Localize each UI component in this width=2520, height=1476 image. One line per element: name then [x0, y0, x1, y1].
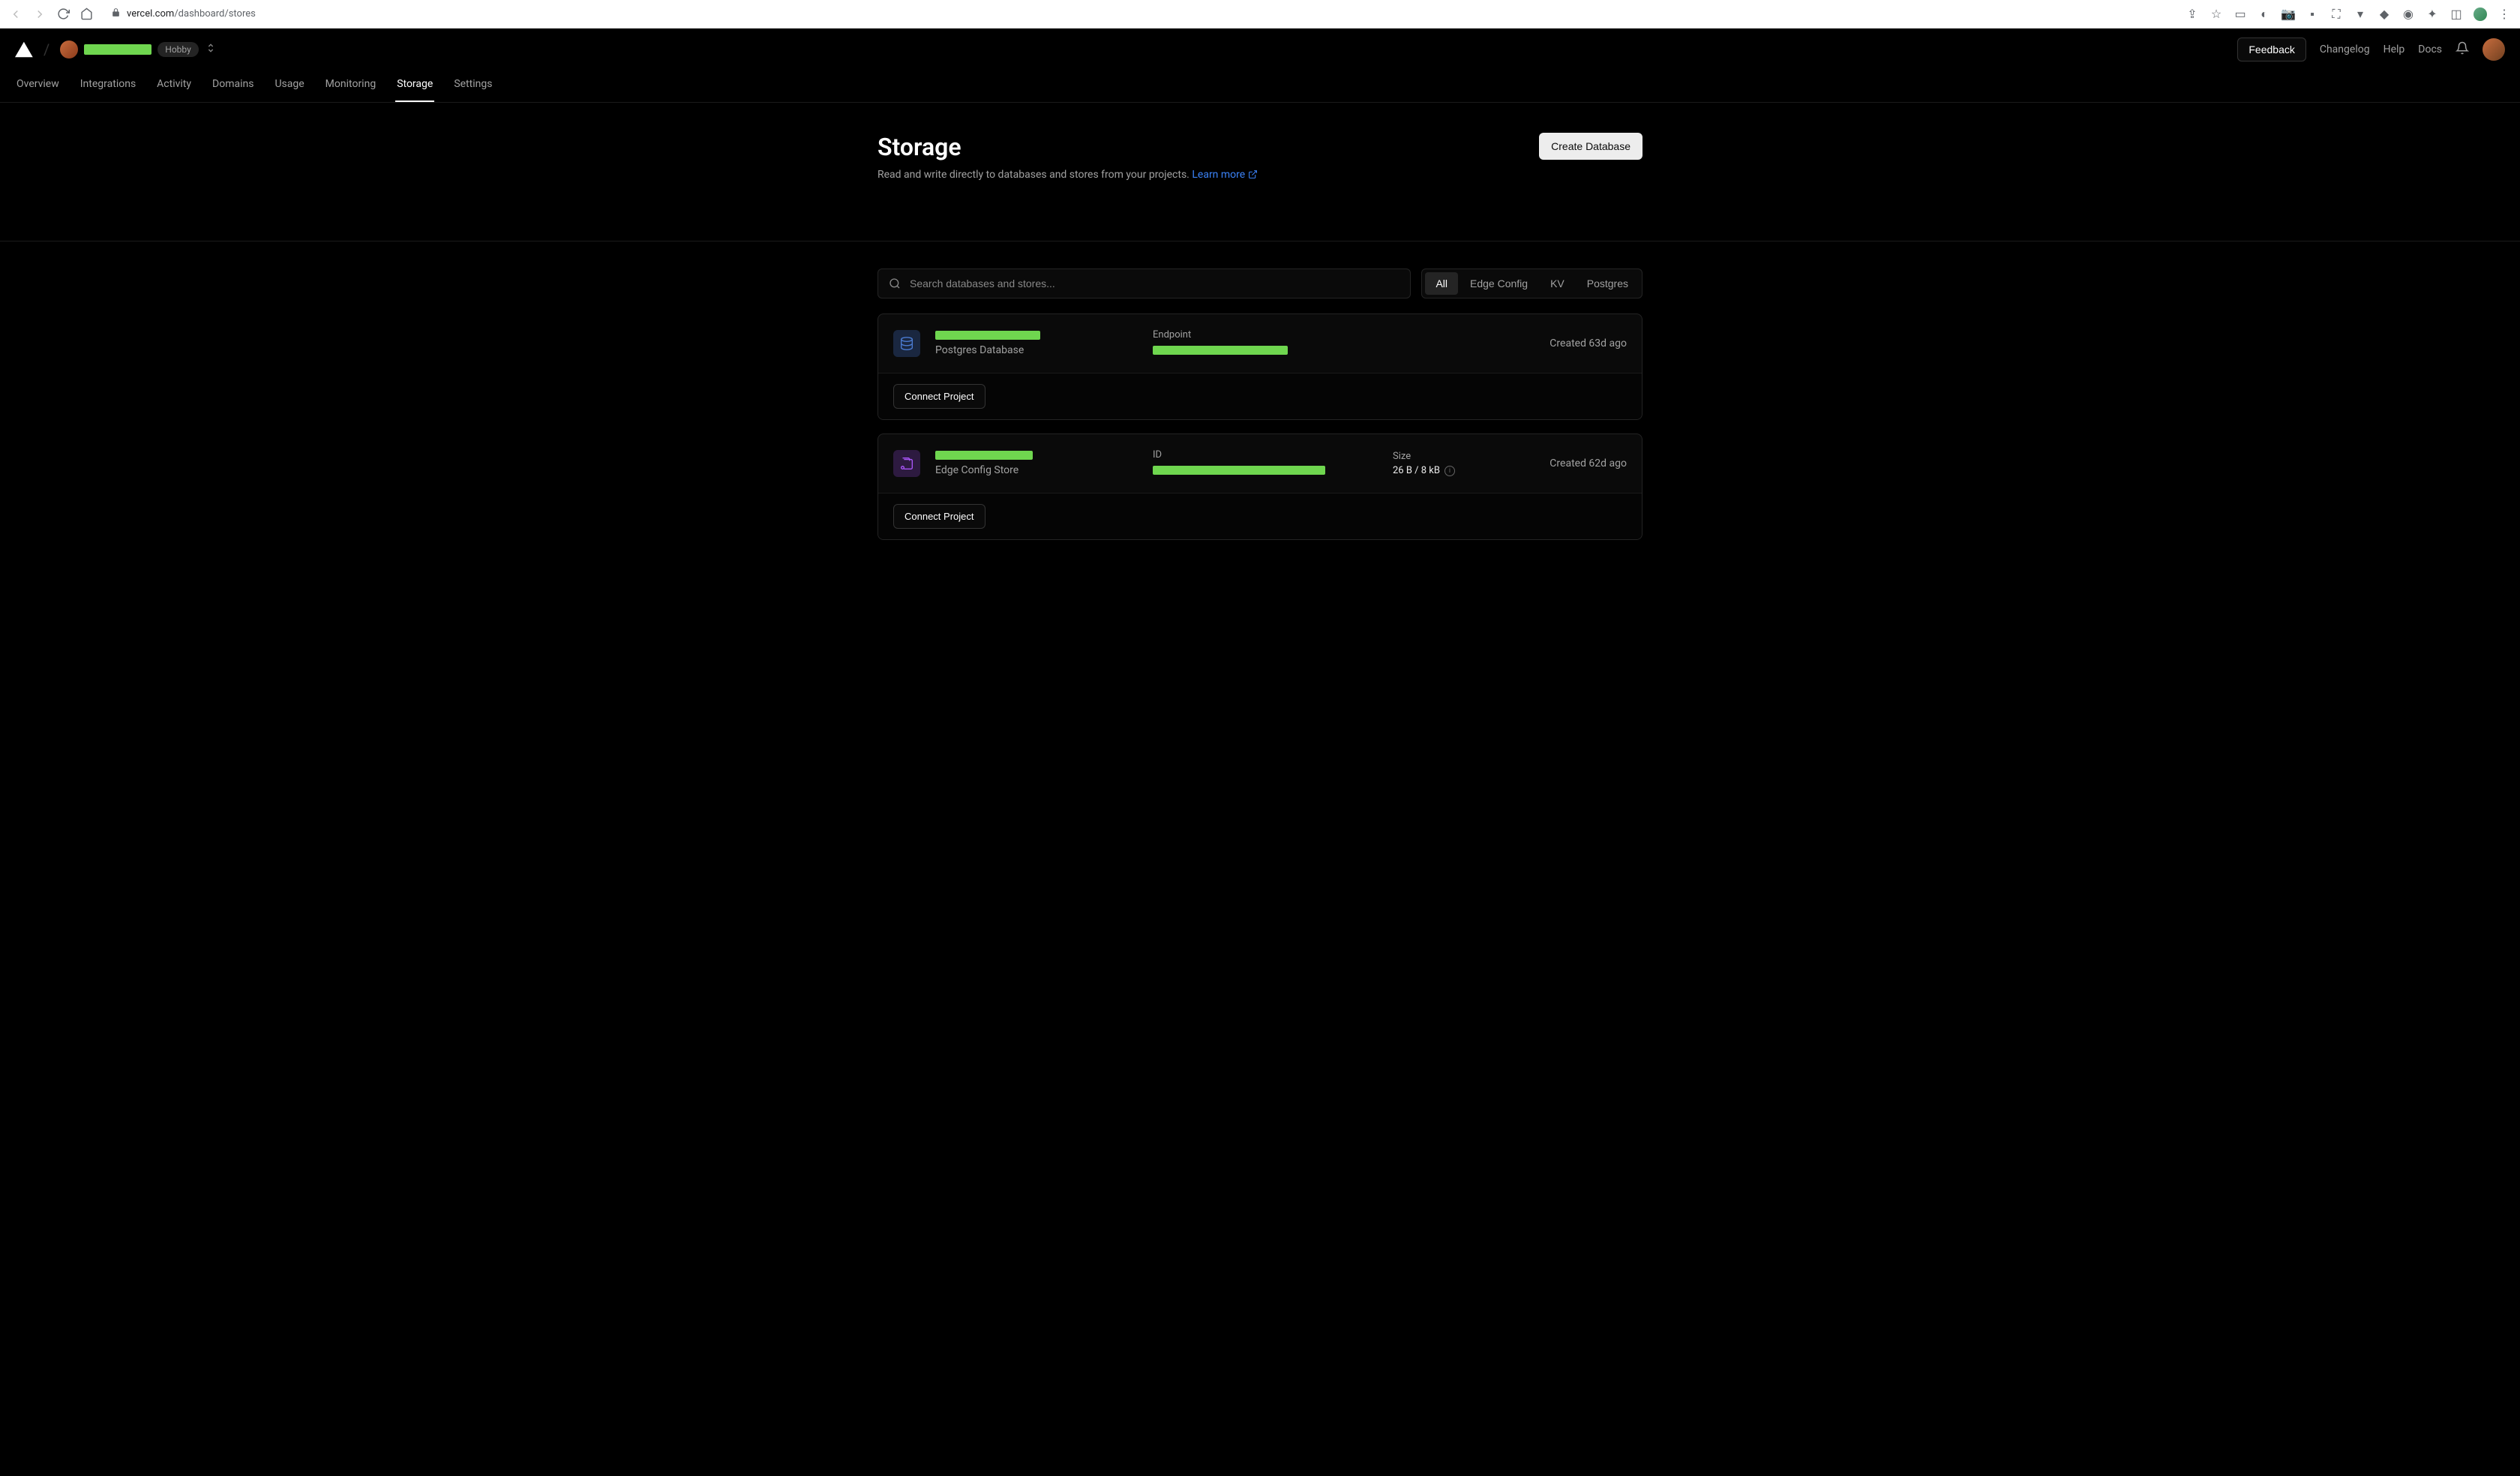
tab-activity[interactable]: Activity: [155, 70, 193, 102]
reload-button[interactable]: [57, 8, 70, 20]
created-time: Created 63d ago: [1550, 338, 1627, 350]
edge-config-icon: [893, 450, 920, 477]
feedback-button[interactable]: Feedback: [2237, 38, 2306, 62]
scope-switcher-icon[interactable]: [205, 42, 217, 57]
share-icon[interactable]: ⇪: [2186, 8, 2199, 21]
browser-actions: ⇪ ☆ ▭ ◐ 📷 ▪ ⛶ ▾ ◆ ◉ ✦ ◫ ⋮: [2186, 8, 2511, 21]
page-title: Storage: [878, 133, 1258, 161]
extension-icon[interactable]: ▭: [2234, 8, 2247, 21]
size-value: 26 B / 8 kB: [1393, 465, 1440, 476]
app-header: / Hobby Feedback Changelog Help Docs: [0, 28, 2520, 70]
tab-integrations[interactable]: Integrations: [79, 70, 137, 102]
page-header: Storage Read and write directly to datab…: [878, 133, 1642, 181]
extension-icon[interactable]: 📷: [2282, 8, 2295, 21]
postgres-icon: [893, 330, 920, 357]
browser-chrome: vercel.com/dashboard/stores ⇪ ☆ ▭ ◐ 📷 ▪ …: [0, 0, 2520, 28]
panel-icon[interactable]: ◫: [2450, 8, 2463, 21]
create-database-button[interactable]: Create Database: [1539, 133, 1642, 160]
scope-separator: /: [44, 40, 50, 58]
back-button[interactable]: [9, 8, 22, 21]
plan-badge: Hobby: [158, 42, 199, 57]
search-input[interactable]: [910, 278, 1400, 290]
learn-more-link[interactable]: Learn more: [1192, 169, 1257, 181]
store-card[interactable]: Postgres Database Endpoint Created 63d a…: [878, 314, 1642, 420]
url-bar[interactable]: vercel.com/dashboard/stores: [102, 4, 2176, 23]
id-value-redacted: [1153, 466, 1325, 475]
extension-icon[interactable]: ◉: [2402, 8, 2415, 21]
store-type: Edge Config Store: [935, 464, 1138, 476]
search-box[interactable]: [878, 268, 1411, 298]
connect-project-button[interactable]: Connect Project: [893, 504, 986, 529]
connect-project-button[interactable]: Connect Project: [893, 384, 986, 409]
search-icon: [889, 278, 901, 290]
filter-kv[interactable]: KV: [1540, 272, 1575, 295]
forward-button[interactable]: [33, 8, 46, 21]
size-label: Size: [1393, 451, 1513, 462]
help-link[interactable]: Help: [2384, 44, 2405, 56]
section-divider: [0, 241, 2520, 242]
extension-icon[interactable]: ◐: [2258, 8, 2271, 21]
created-time: Created 62d ago: [1550, 458, 1627, 470]
team-name-redacted: [84, 44, 152, 55]
filter-all[interactable]: All: [1425, 272, 1458, 295]
team-scope[interactable]: Hobby: [60, 40, 217, 58]
extension-icon[interactable]: ▾: [2354, 8, 2367, 21]
profile-avatar[interactable]: [2474, 8, 2487, 21]
lock-icon: [111, 8, 121, 20]
vercel-logo[interactable]: [15, 40, 33, 58]
user-avatar[interactable]: [2482, 38, 2505, 61]
tab-usage[interactable]: Usage: [273, 70, 305, 102]
store-card[interactable]: Edge Config Store ID Size 26 B / 8 kB i …: [878, 434, 1642, 540]
filter-edge-config[interactable]: Edge Config: [1460, 272, 1538, 295]
url-text: vercel.com/dashboard/stores: [127, 8, 256, 20]
team-avatar: [60, 40, 78, 58]
store-name-redacted: [935, 331, 1040, 340]
extension-icon[interactable]: ▪: [2306, 8, 2319, 21]
star-icon[interactable]: ☆: [2210, 8, 2223, 21]
extension-icon[interactable]: ⛶: [2330, 8, 2343, 21]
menu-icon[interactable]: ⋮: [2498, 8, 2511, 21]
store-type: Postgres Database: [935, 344, 1138, 356]
notifications-icon[interactable]: [2456, 41, 2469, 58]
home-button[interactable]: [80, 8, 93, 20]
id-label: ID: [1153, 449, 1378, 460]
tab-settings[interactable]: Settings: [452, 70, 494, 102]
tab-domains[interactable]: Domains: [211, 70, 255, 102]
endpoint-value-redacted: [1153, 346, 1288, 355]
filter-group: All Edge Config KV Postgres: [1421, 268, 1642, 298]
extensions-icon[interactable]: ✦: [2426, 8, 2439, 21]
docs-link[interactable]: Docs: [2418, 44, 2442, 56]
tab-storage[interactable]: Storage: [395, 70, 434, 102]
extension-icon[interactable]: ◆: [2378, 8, 2391, 21]
filter-postgres[interactable]: Postgres: [1576, 272, 1639, 295]
page-description: Read and write directly to databases and…: [878, 169, 1258, 181]
store-name-redacted: [935, 451, 1033, 460]
info-icon[interactable]: i: [1444, 466, 1455, 476]
tab-monitoring[interactable]: Monitoring: [324, 70, 378, 102]
nav-tabs: Overview Integrations Activity Domains U…: [0, 70, 2520, 103]
changelog-link[interactable]: Changelog: [2320, 44, 2370, 56]
endpoint-label: Endpoint: [1153, 329, 1378, 340]
tab-overview[interactable]: Overview: [15, 70, 61, 102]
